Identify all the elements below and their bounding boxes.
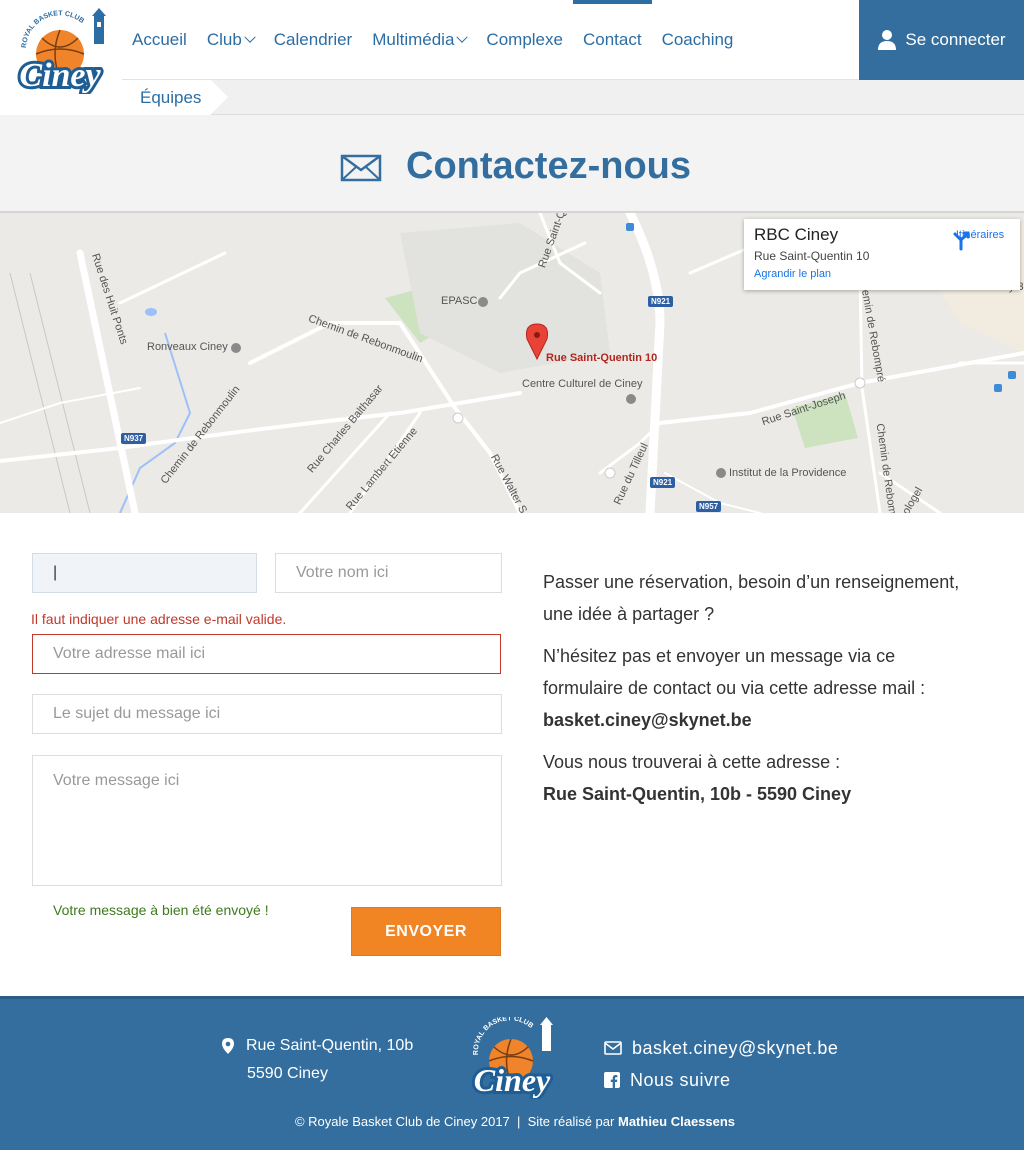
nav-label: Accueil — [132, 30, 187, 49]
info-location: Vous nous trouverai à cette adresse : Ru… — [543, 746, 963, 810]
main-nav: Accueil Club Calendrier Multimédia Complexe C… — [122, 0, 743, 80]
info-location-text: Vous nous trouverai à cette adresse : — [543, 752, 841, 772]
footer-contact: basket.ciney@skynet.be Nous suivre — [604, 1032, 838, 1096]
nav-label: Contact — [582, 30, 642, 49]
page-title: Contactez-nous — [406, 145, 691, 187]
footer-logo-text: Ciney — [474, 1062, 551, 1098]
facebook-icon — [604, 1072, 620, 1088]
subnav-equipes[interactable]: Équipes — [122, 80, 229, 115]
nav-complexe[interactable]: Complexe — [476, 0, 573, 80]
nav-contact[interactable]: Contact — [572, 0, 652, 80]
site-header: Accueil Club Calendrier Multimédia Complexe C… — [0, 0, 1024, 80]
follow-label: Nous suivre — [630, 1070, 731, 1090]
google-map[interactable]: EPASC Ronveaux Ciney Rue Saint-Quentin 1… — [0, 213, 1024, 513]
nav-multim-dia[interactable]: Multimédia — [362, 0, 476, 80]
chevron-down-icon — [244, 31, 256, 43]
nav-label: Coaching — [661, 30, 734, 49]
made-by-label: Site réalisé par — [527, 1114, 615, 1129]
info-address: Rue Saint-Quentin, 10b - 5590 Ciney — [543, 784, 852, 804]
chevron-down-icon — [456, 31, 469, 43]
user-icon — [878, 30, 897, 50]
info-email-link[interactable]: basket.ciney@skynet.be — [543, 710, 752, 730]
nav-label: Multimédia — [372, 30, 455, 49]
name-input[interactable]: Votre nom ici — [275, 553, 502, 593]
email-input[interactable]: Votre adresse mail ici — [32, 634, 501, 674]
logo-area: ROYAL BASKET CLUB Ciney — [0, 0, 122, 115]
contact-info: Passer une réservation, besoin d’un rens… — [543, 566, 963, 820]
site-footer: Rue Saint-Quentin, 10b 5590 Ciney ROYAL … — [0, 996, 1024, 1150]
info-intro: Passer une réservation, besoin d’un rens… — [543, 572, 960, 624]
nav-label: Club — [206, 30, 242, 49]
enlarge-map-link[interactable]: Agrandir le plan — [754, 268, 1010, 280]
directions-button[interactable]: Itinéraires — [950, 229, 1010, 251]
success-message: Votre message à bien été envoyé ! — [53, 902, 269, 918]
footer-email-link[interactable]: basket.ciney@skynet.be — [604, 1032, 838, 1064]
email-error-message: Il faut indiquer une adresse e-mail vali… — [31, 611, 287, 627]
nav-accueil[interactable]: Accueil — [122, 0, 197, 80]
club-logo[interactable]: ROYAL BASKET CLUB Ciney — [8, 8, 114, 94]
envelope-icon — [340, 154, 382, 181]
footer-logo[interactable]: ROYAL BASKET CLUB Ciney — [462, 1017, 562, 1099]
map-info-card: RBC Ciney Rue Saint-Quentin 10 Agrandir … — [744, 219, 1020, 290]
firstname-input[interactable]: | — [32, 553, 257, 593]
title-band: Contactez-nous — [0, 115, 1024, 213]
road-badge-n937: N937 — [121, 433, 147, 444]
copyright-text: © Royale Basket Club de Ciney 2017 — [294, 1114, 510, 1129]
send-button[interactable]: ENVOYER — [351, 907, 501, 956]
facebook-link[interactable]: Nous suivre — [604, 1064, 838, 1096]
road-badge-n957: N957 — [696, 501, 722, 512]
directions-icon — [953, 231, 970, 251]
map-label-epasc: EPASC — [441, 295, 478, 307]
logo-text: Ciney — [19, 57, 101, 94]
nav-label: Calendrier — [273, 30, 353, 49]
map-label-ronveaux: Ronveaux Ciney — [147, 341, 228, 353]
map-card-address: Rue Saint-Quentin 10 — [754, 249, 870, 263]
footer-address-line2: 5590 Ciney — [247, 1065, 328, 1082]
login-label: Se connecter — [905, 30, 1006, 49]
road-badge-n921-2: N921 — [650, 477, 676, 488]
footer-address-line1: Rue Saint-Quentin, 10b — [246, 1037, 414, 1054]
map-marker-icon — [222, 1038, 234, 1054]
road-badge-n921: N921 — [648, 296, 674, 307]
subject-input[interactable]: Le sujet du message ici — [32, 694, 502, 734]
info-invite: N’hésitez pas et envoyer un message via … — [543, 640, 963, 736]
map-label-institut: Institut de la Providence — [729, 467, 847, 479]
author-link[interactable]: Mathieu Claessens — [618, 1114, 735, 1129]
nav-label: Complexe — [486, 30, 563, 49]
message-textarea[interactable]: Votre message ici — [32, 755, 502, 886]
nav-club[interactable]: Club — [197, 0, 264, 80]
footer-email: basket.ciney@skynet.be — [632, 1038, 839, 1058]
info-invite-text: N’hésitez pas et envoyer un message via … — [543, 646, 926, 698]
login-button[interactable]: Se connecter — [859, 0, 1024, 80]
map-pin-label: Rue Saint-Quentin 10 — [546, 352, 658, 364]
nav-calendrier[interactable]: Calendrier — [264, 0, 362, 80]
nav-coaching[interactable]: Coaching — [652, 0, 744, 80]
envelope-icon — [604, 1041, 622, 1055]
footer-address: Rue Saint-Quentin, 10b 5590 Ciney — [222, 1032, 413, 1088]
map-label-centre: Centre Culturel de Ciney — [522, 378, 643, 390]
footer-copyright: © Royale Basket Club de Ciney 2017 | Sit… — [0, 1114, 1024, 1129]
subnav-bar: Équipes — [0, 80, 1024, 115]
copyright-separator: | — [517, 1114, 521, 1129]
